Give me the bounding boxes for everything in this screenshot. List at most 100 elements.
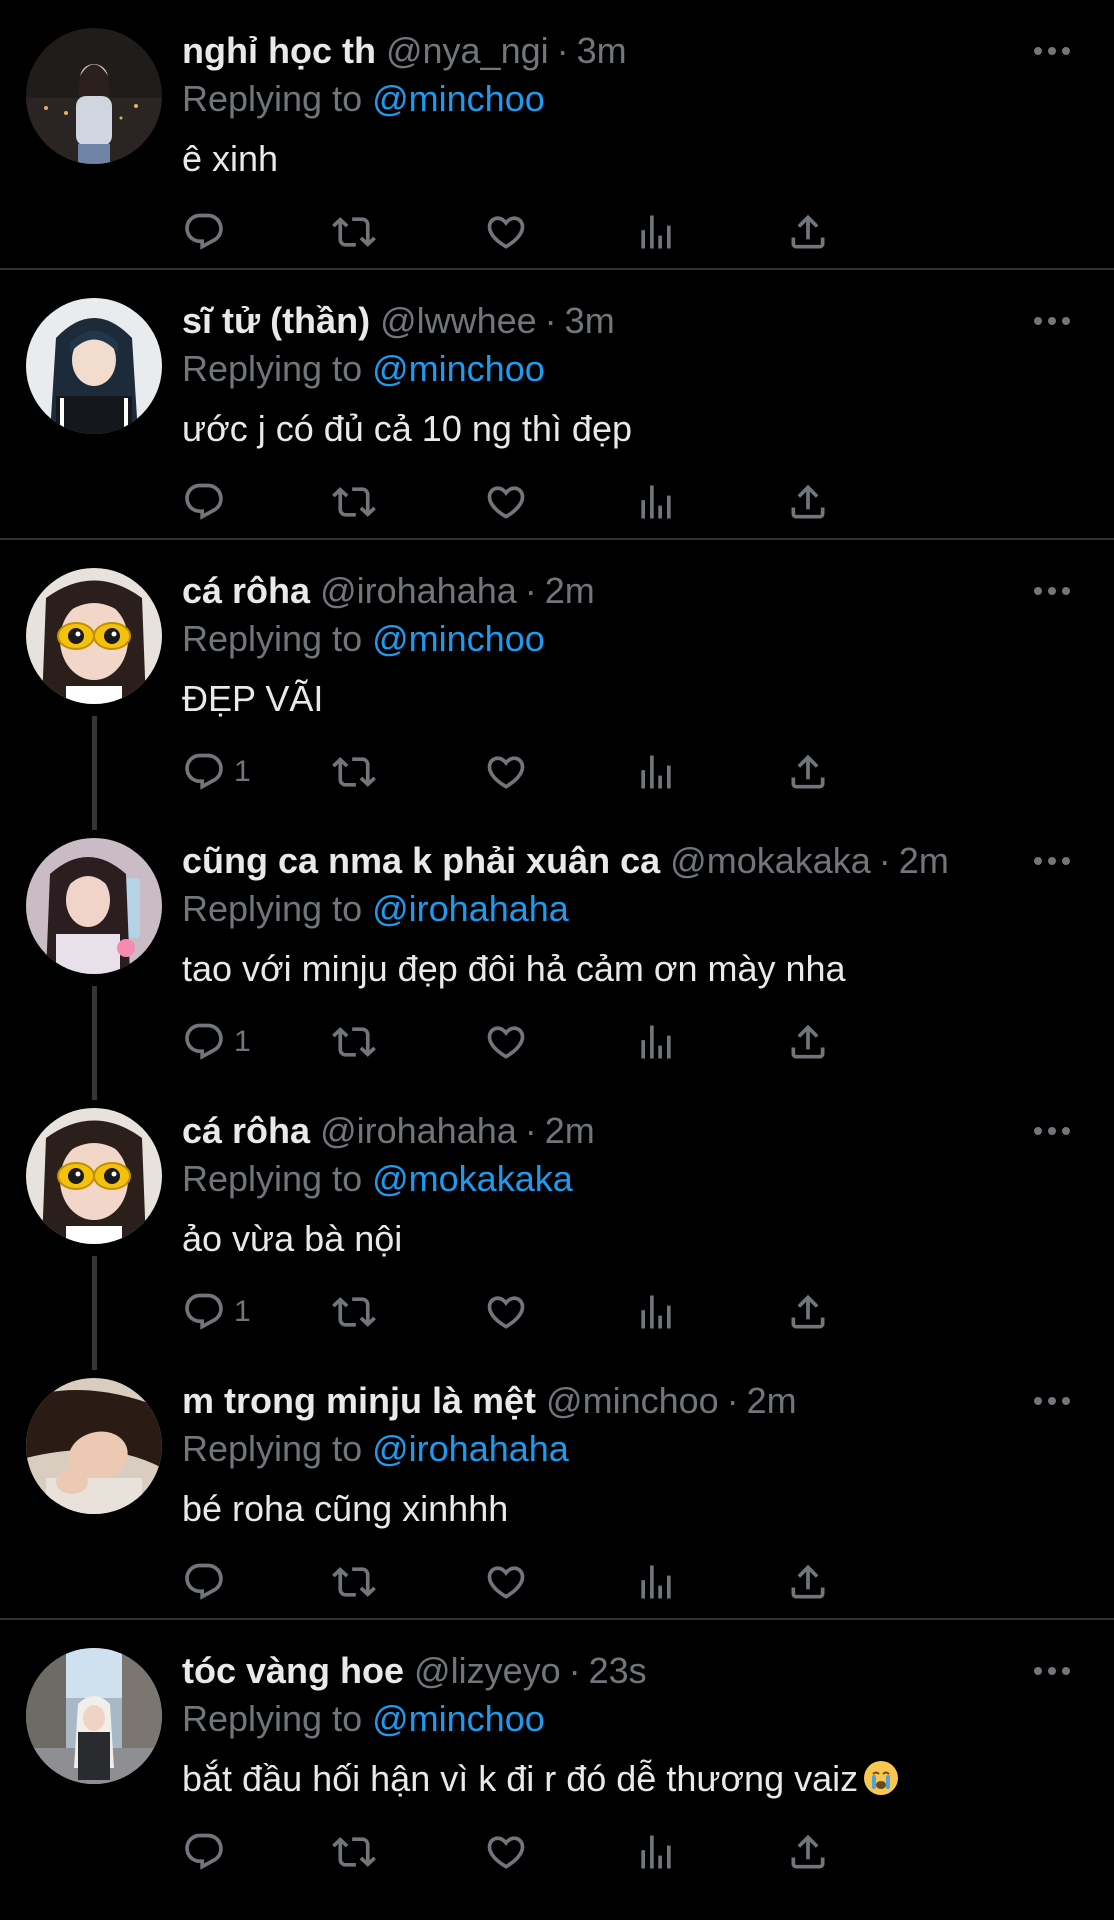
separator-dot: ·: [726, 1380, 739, 1421]
reply-icon: [185, 1293, 223, 1330]
reply-button[interactable]: 1: [182, 1288, 251, 1336]
display-name[interactable]: cá rôha: [182, 570, 310, 612]
separator-dot: ·: [878, 840, 891, 881]
username[interactable]: @irohahaha: [320, 570, 517, 612]
mention-link[interactable]: @minchoo: [372, 78, 545, 119]
retweet-icon: [332, 1027, 376, 1057]
more-options-button[interactable]: [1030, 576, 1074, 606]
timestamp[interactable]: 23s: [589, 1650, 647, 1692]
crying-face-emoji-icon: [864, 1761, 899, 1795]
reply-button[interactable]: [182, 1828, 234, 1876]
share-button[interactable]: [786, 1288, 830, 1336]
retweet-button[interactable]: [332, 1828, 376, 1876]
views-icon: [641, 1025, 671, 1059]
avatar[interactable]: [26, 1108, 162, 1244]
timestamp[interactable]: 2m: [899, 840, 949, 882]
timestamp[interactable]: 3m: [577, 30, 627, 72]
username[interactable]: @irohahaha: [320, 1110, 517, 1152]
like-button[interactable]: [484, 478, 528, 526]
retweet-button[interactable]: [332, 1558, 376, 1606]
more-options-button[interactable]: [1030, 36, 1074, 66]
retweet-button[interactable]: [332, 1288, 376, 1336]
views-button[interactable]: [634, 1288, 678, 1336]
share-button[interactable]: [786, 478, 830, 526]
share-button[interactable]: [786, 1828, 830, 1876]
retweet-icon: [332, 217, 376, 247]
more-options-button[interactable]: [1030, 846, 1074, 876]
like-icon: [487, 486, 525, 519]
timestamp[interactable]: 2m: [545, 1110, 595, 1152]
reply-button[interactable]: [182, 208, 234, 256]
reply-button[interactable]: [182, 478, 234, 526]
views-button[interactable]: [634, 748, 678, 796]
tweet-text: ĐẸP VÃI: [182, 678, 324, 719]
replying-to: Replying to @irohahaha: [182, 1428, 569, 1469]
tweet[interactable]: tóc vàng hoe @lizyeyo · 23s Replying to …: [0, 1620, 1114, 1890]
like-button[interactable]: [484, 748, 528, 796]
share-button[interactable]: [786, 1018, 830, 1066]
timestamp[interactable]: 3m: [565, 300, 615, 342]
views-button[interactable]: [634, 208, 678, 256]
display-name[interactable]: cũng ca nma k phải xuân ca: [182, 840, 660, 882]
timestamp[interactable]: 2m: [747, 1380, 797, 1422]
mention-link[interactable]: @minchoo: [372, 618, 545, 659]
username[interactable]: @nya_ngi: [386, 30, 549, 72]
username[interactable]: @mokakaka: [670, 840, 871, 882]
tweet[interactable]: cá rôha @irohahaha · 2m Replying to @mok…: [0, 1080, 1114, 1350]
avatar[interactable]: [26, 1378, 162, 1514]
views-button[interactable]: [634, 1828, 678, 1876]
display-name[interactable]: cá rôha: [182, 1110, 310, 1152]
avatar[interactable]: [26, 298, 162, 434]
share-button[interactable]: [786, 208, 830, 256]
reply-icon: [185, 1023, 223, 1060]
replying-to: Replying to @minchoo: [182, 1698, 545, 1739]
tweet-text: ảo vừa bà nội: [182, 1218, 403, 1259]
like-button[interactable]: [484, 1558, 528, 1606]
views-button[interactable]: [634, 478, 678, 526]
views-button[interactable]: [634, 1018, 678, 1066]
username[interactable]: @lwwhee: [380, 300, 537, 342]
share-button[interactable]: [786, 1558, 830, 1606]
display-name[interactable]: tóc vàng hoe: [182, 1650, 404, 1692]
more-options-button[interactable]: [1030, 1656, 1074, 1686]
retweet-button[interactable]: [332, 748, 376, 796]
reply-icon: [185, 213, 223, 250]
tweet[interactable]: sĩ tử (thần) @lwwhee · 3m Replying to @m…: [0, 270, 1114, 540]
tweet-text: tao với minju đẹp đôi hả cảm ơn mày nha: [182, 948, 846, 989]
mention-link[interactable]: @irohahaha: [372, 888, 569, 929]
share-button[interactable]: [786, 748, 830, 796]
like-button[interactable]: [484, 1288, 528, 1336]
mention-link[interactable]: @minchoo: [372, 1698, 545, 1739]
more-icon: [1034, 1667, 1070, 1675]
more-options-button[interactable]: [1030, 1386, 1074, 1416]
views-button[interactable]: [634, 1558, 678, 1606]
mention-link[interactable]: @minchoo: [372, 348, 545, 389]
avatar[interactable]: [26, 838, 162, 974]
display-name[interactable]: m trong minju là mệt: [182, 1380, 536, 1422]
reply-button[interactable]: [182, 1558, 234, 1606]
more-options-button[interactable]: [1030, 306, 1074, 336]
retweet-button[interactable]: [332, 478, 376, 526]
retweet-button[interactable]: [332, 208, 376, 256]
like-button[interactable]: [484, 1018, 528, 1066]
timestamp[interactable]: 2m: [545, 570, 595, 612]
retweet-button[interactable]: [332, 1018, 376, 1066]
mention-link[interactable]: @irohahaha: [372, 1428, 569, 1469]
tweet[interactable]: nghỉ học th @nya_ngi · 3m Replying to @m…: [0, 0, 1114, 270]
mention-link[interactable]: @mokakaka: [372, 1158, 573, 1199]
tweet[interactable]: cá rôha @irohahaha · 2m Replying to @min…: [0, 540, 1114, 810]
more-options-button[interactable]: [1030, 1116, 1074, 1146]
reply-button[interactable]: 1: [182, 748, 251, 796]
tweet[interactable]: m trong minju là mệt @minchoo · 2m Reply…: [0, 1350, 1114, 1620]
avatar[interactable]: [26, 568, 162, 704]
avatar[interactable]: [26, 1648, 162, 1784]
avatar[interactable]: [26, 28, 162, 164]
like-button[interactable]: [484, 208, 528, 256]
like-button[interactable]: [484, 1828, 528, 1876]
username[interactable]: @lizyeyo: [414, 1650, 561, 1692]
reply-button[interactable]: 1: [182, 1018, 251, 1066]
username[interactable]: @minchoo: [546, 1380, 719, 1422]
tweet[interactable]: cũng ca nma k phải xuân ca @mokakaka · 2…: [0, 810, 1114, 1080]
display-name[interactable]: sĩ tử (thần): [182, 300, 370, 342]
display-name[interactable]: nghỉ học th: [182, 30, 376, 72]
